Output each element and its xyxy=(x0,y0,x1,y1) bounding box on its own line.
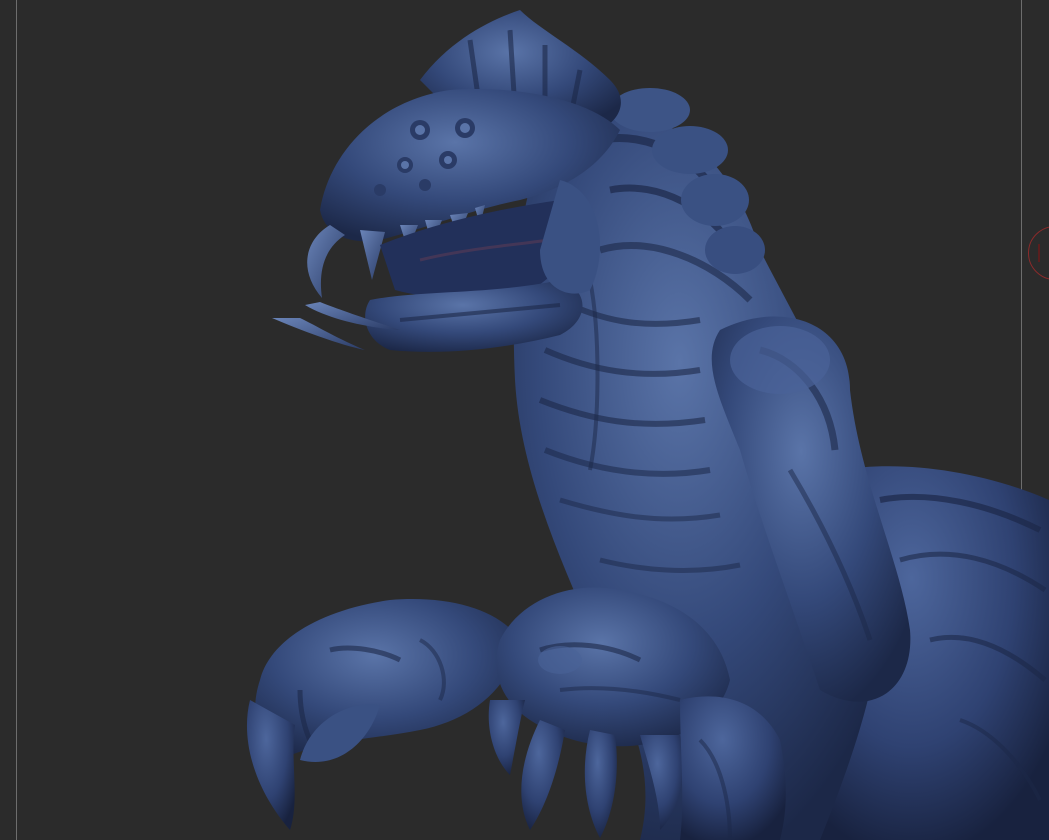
creature-head xyxy=(272,10,621,352)
creature-sculpt-model[interactable] xyxy=(0,0,1049,840)
left-hand xyxy=(246,599,520,830)
canvas-viewport[interactable] xyxy=(0,0,1049,840)
